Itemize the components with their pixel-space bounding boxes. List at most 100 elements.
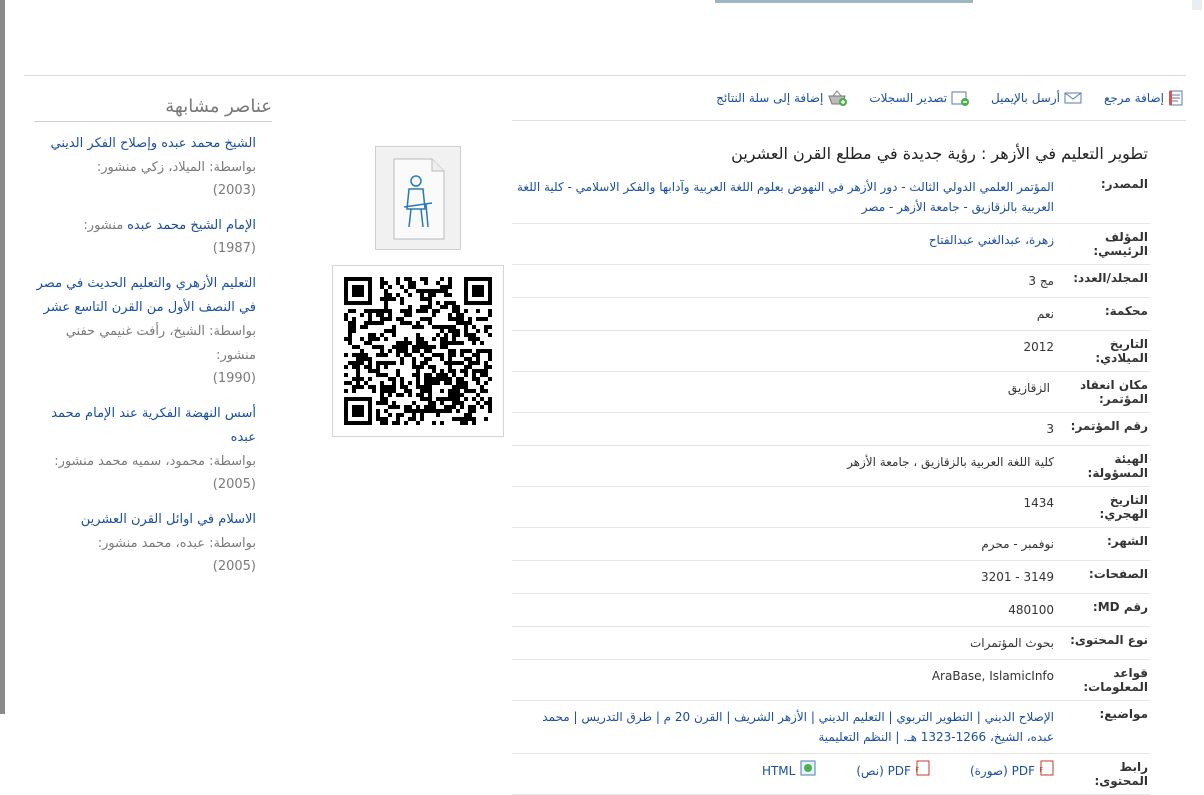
- pages-value: 3149 - 3201: [980, 570, 1054, 584]
- pdf-image-link[interactable]: PDF PDF (صورة): [970, 760, 1054, 782]
- similar-item-title[interactable]: أسس النهضة الفكرية عند الإمام محمد عبده: [34, 402, 256, 450]
- content-links: PDF PDF (صورة) PDF PDF (نص) HTML: [512, 760, 1054, 782]
- send-email-button[interactable]: أرسل بالإيميل: [991, 91, 1082, 105]
- pdf-text-link[interactable]: PDF PDF (نص): [856, 760, 930, 782]
- similar-items-heading: عناصر مشابهة: [165, 96, 272, 117]
- export-records-label: تصدير السجلات: [869, 91, 948, 105]
- record-toolbar: إضافة مرجع أرسل بالإيميل تصدير السجلات إ…: [716, 90, 1184, 106]
- html-label: HTML: [761, 764, 796, 778]
- add-to-basket-label: إضافة إلى سلة النتائج: [716, 91, 824, 105]
- export-records-button[interactable]: تصدير السجلات: [869, 90, 970, 106]
- source-link[interactable]: المؤتمر العلمي الدولي الثالث - دور الأزه…: [517, 180, 1054, 214]
- greg-date-label: التاريخ الميلادي:: [1095, 337, 1148, 365]
- list-item: الاسلام في اوائل القرن العشرين بواسطة: ع…: [34, 508, 272, 578]
- document-thumbnail-icon: [376, 158, 460, 252]
- detail-row-hijri: التاريخ الهجري: 1434: [512, 487, 1150, 528]
- greg-date-value: 2012: [1023, 340, 1054, 354]
- detail-row-conf-num: رقم المؤتمر: 3: [512, 413, 1150, 446]
- content-type-value: بحوث المؤتمرات: [969, 636, 1054, 650]
- record-details: المصدر: المؤتمر العلمي الدولي الثالث - د…: [512, 171, 1150, 795]
- databases-value: AraBase, IslamicInfo: [931, 669, 1054, 683]
- detail-row-source: المصدر: المؤتمر العلمي الدولي الثالث - د…: [512, 171, 1150, 224]
- record-title: تطوير التعليم في الأزهر : رؤية جديدة في …: [731, 144, 1148, 163]
- detail-row-volume: المجلد/العدد: مج 3: [512, 265, 1150, 298]
- basket-icon: [827, 90, 848, 106]
- databases-label: قواعد المعلومات:: [1083, 666, 1148, 694]
- subjects-links[interactable]: الإصلاح الديني | التطوير التربوي | التعل…: [542, 710, 1054, 744]
- list-item: الشيخ محمد عبده وإصلاح الفكر الديني بواس…: [34, 132, 272, 202]
- qr-code: [332, 265, 504, 437]
- similar-item-meta: بواسطة: الميلاد، زكي منشور:: [96, 160, 256, 175]
- list-item: أسس النهضة الفكرية عند الإمام محمد عبده …: [34, 402, 272, 496]
- author-link[interactable]: زهرة، عبدالغني عبدالفتاح: [929, 233, 1054, 247]
- email-icon: [1064, 91, 1082, 105]
- subjects-label: مواضيع:: [1099, 707, 1148, 721]
- detail-row-subjects: مواضيع: الإصلاح الديني | التطوير التربوي…: [512, 701, 1150, 754]
- html-link[interactable]: HTML: [762, 760, 816, 782]
- list-item: التعليم الأزهري والتعليم الحديث في مصر ف…: [34, 272, 272, 390]
- detail-row-pages: الصفحات: 3149 - 3201: [512, 561, 1150, 594]
- reference-icon: [1168, 90, 1184, 106]
- detail-row-month: الشهر: نوفمبر - محرم: [512, 528, 1150, 561]
- add-to-basket-button[interactable]: إضافة إلى سلة النتائج: [716, 90, 848, 106]
- header-divider: [24, 75, 1186, 76]
- scroll-corner: [1190, 0, 1204, 12]
- pdf-text-label: PDF (نص): [856, 764, 911, 778]
- similar-items-panel: عناصر مشابهة الشيخ محمد عبده وإصلاح الفك…: [34, 96, 272, 590]
- svg-text:PDF: PDF: [916, 766, 919, 774]
- similar-items-divider: [34, 121, 272, 122]
- detail-row-body: الهيئة المسؤولة: كلية اللغة العربية بالز…: [512, 446, 1150, 487]
- detail-row-content-link: رابط المحتوى: PDF PDF (صورة) PDF PDF (نص…: [512, 754, 1150, 795]
- toolbar-divider: [512, 120, 1186, 121]
- similar-item-title[interactable]: الإمام الشيخ محمد عبده: [127, 218, 256, 233]
- similar-item-title[interactable]: الشيخ محمد عبده وإصلاح الفكر الديني: [34, 132, 256, 156]
- similar-item-meta: بواسطة: الشيخ، رأفت غنيمي حفني منشور:: [65, 324, 256, 363]
- md-label: رقم MD:: [1092, 600, 1148, 614]
- add-reference-label: إضافة مرجع: [1103, 91, 1164, 105]
- detail-row-conf-place: مكان انعقاد المؤتمر: الزقازيق: [512, 372, 1150, 413]
- hijri-value: 1434: [1023, 496, 1054, 510]
- svg-text:PDF: PDF: [1040, 766, 1043, 774]
- similar-item-year: (2003): [212, 183, 256, 198]
- content-type-label: نوع المحتوى:: [1070, 633, 1148, 647]
- source-label: المصدر:: [1100, 177, 1148, 191]
- pdf-icon: PDF: [1029, 760, 1054, 782]
- detail-row-md: رقم MD: 480100: [512, 594, 1150, 627]
- similar-item-title[interactable]: التعليم الأزهري والتعليم الحديث في مصر ف…: [34, 272, 256, 320]
- add-reference-button[interactable]: إضافة مرجع: [1104, 90, 1184, 106]
- refereed-value: نعم: [1036, 307, 1054, 321]
- similar-item-meta: بواسطة: محمود، سميه محمد منشور:: [54, 454, 256, 469]
- author-label: المؤلف الرئيسي:: [1093, 230, 1148, 258]
- pdf-image-label: PDF (صورة): [969, 764, 1035, 778]
- html-icon: [800, 760, 816, 782]
- top-accent-bar: [715, 0, 973, 3]
- similar-item-year: (1990): [212, 371, 256, 386]
- detail-row-refereed: محكمة: نعم: [512, 298, 1150, 331]
- similar-item-year: (2005): [212, 559, 256, 574]
- body-label: الهيئة المسؤولة:: [1087, 452, 1148, 480]
- hijri-label: التاريخ الهجري:: [1099, 493, 1148, 521]
- window-left-edge: [0, 0, 5, 714]
- list-item: الإمام الشيخ محمد عبده منشور: (1987): [34, 214, 272, 260]
- conf-num-value: 3: [1046, 422, 1054, 436]
- similar-item-year: (1987): [212, 241, 256, 256]
- detail-row-author: المؤلف الرئيسي: زهرة، عبدالغني عبدالفتاح: [512, 224, 1150, 265]
- detail-row-databases: قواعد المعلومات: AraBase, IslamicInfo: [512, 660, 1150, 701]
- content-link-label: رابط المحتوى:: [1094, 760, 1148, 788]
- similar-item-meta: بواسطة: عبده، محمد منشور:: [97, 536, 256, 551]
- detail-row-content-type: نوع المحتوى: بحوث المؤتمرات: [512, 627, 1150, 660]
- similar-item-title[interactable]: الاسلام في اوائل القرن العشرين: [34, 508, 256, 532]
- conf-place-label: مكان انعقاد المؤتمر:: [1079, 378, 1148, 406]
- similar-item-meta: منشور:: [83, 218, 124, 233]
- detail-row-greg-date: التاريخ الميلادي: 2012: [512, 331, 1150, 372]
- volume-label: المجلد/العدد:: [1073, 271, 1148, 285]
- volume-value: مج 3: [1028, 274, 1054, 288]
- month-value: نوفمبر - محرم: [981, 537, 1054, 551]
- month-label: الشهر:: [1106, 534, 1148, 548]
- qr-code-icon: [344, 277, 492, 425]
- export-icon: [951, 90, 970, 106]
- body-value: كلية اللغة العربية بالزقازيق ، جامعة الأ…: [847, 455, 1054, 469]
- md-value: 480100: [1008, 603, 1054, 617]
- refereed-label: محكمة:: [1104, 304, 1148, 318]
- document-thumbnail[interactable]: [375, 146, 461, 250]
